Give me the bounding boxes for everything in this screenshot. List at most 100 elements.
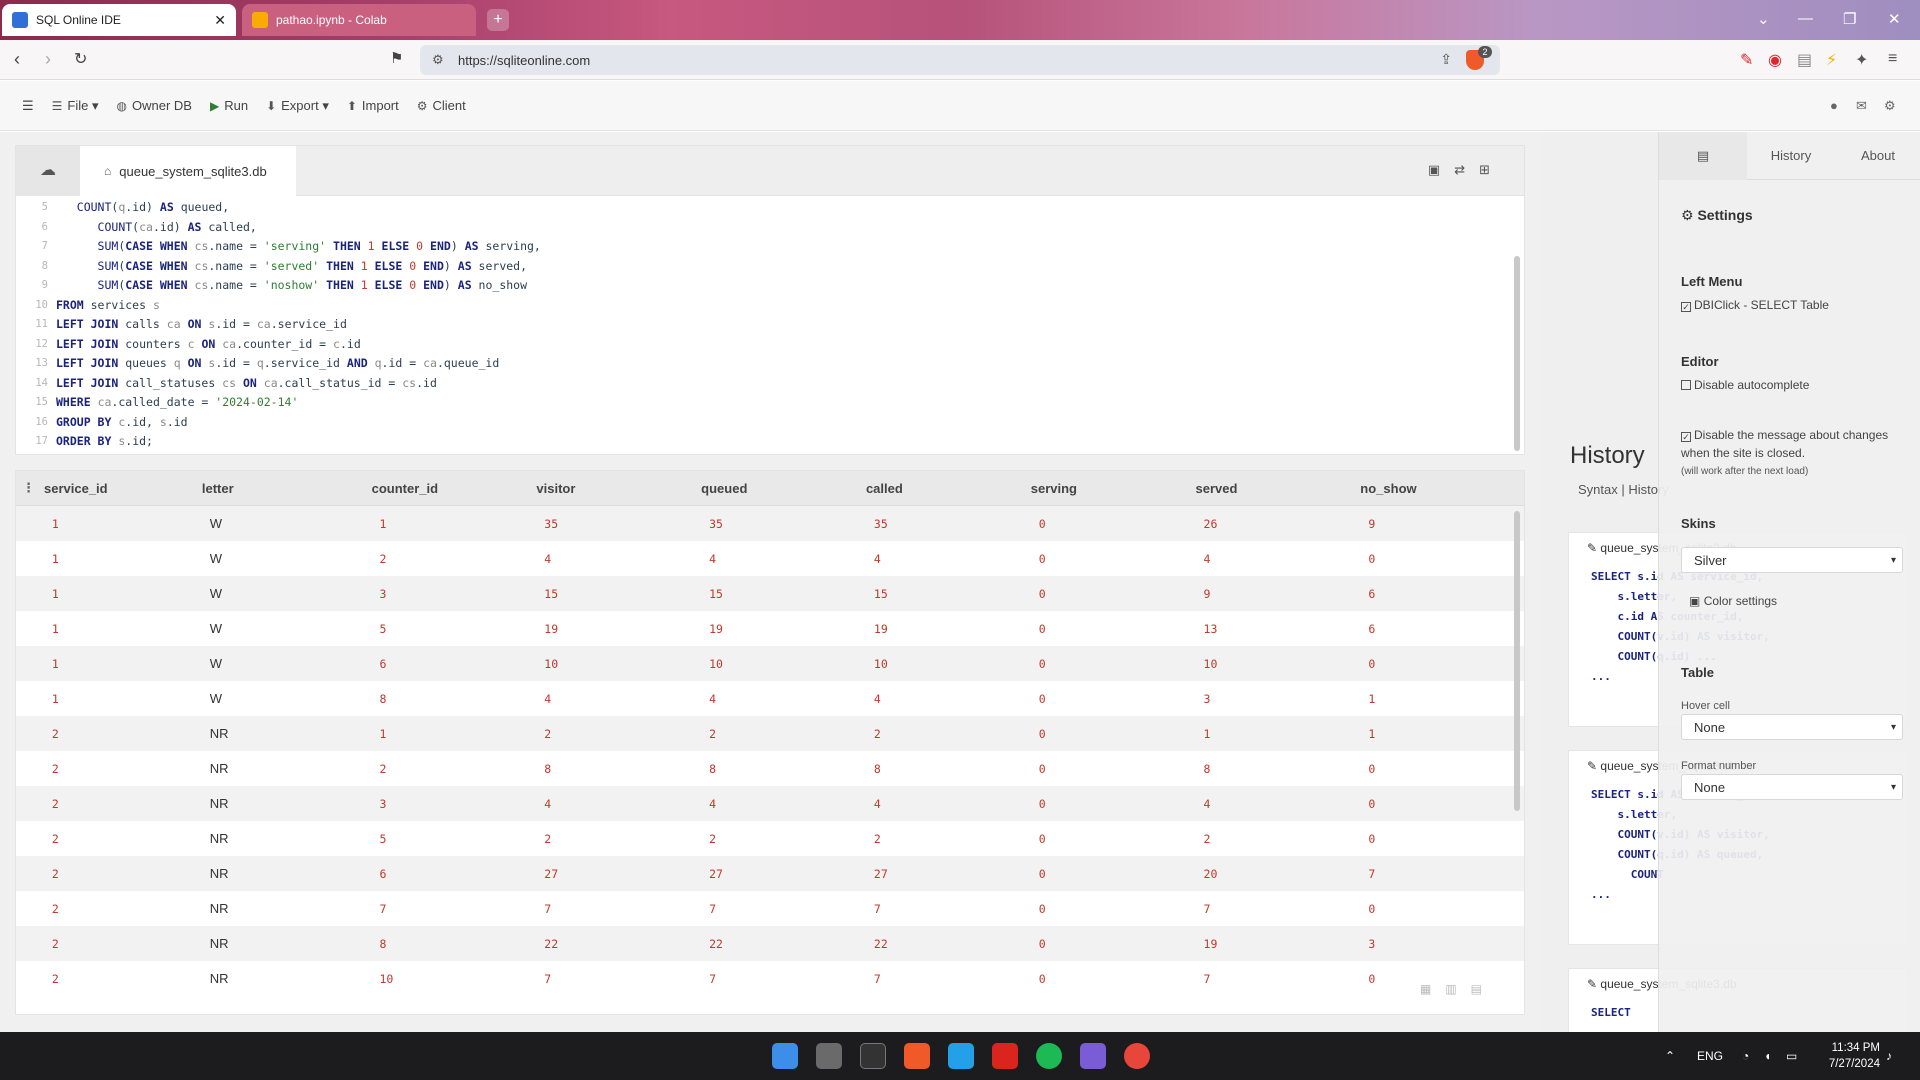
table-cell[interactable]: NR	[192, 961, 362, 996]
dblclick-option[interactable]: ✓ DBIClick - SELECT Table	[1681, 298, 1829, 312]
table-cell[interactable]: 2	[691, 821, 856, 856]
table-cell[interactable]: 1	[1350, 716, 1524, 751]
table-cell[interactable]: 2	[691, 716, 856, 751]
table-cell[interactable]: 7	[526, 961, 691, 996]
table-row[interactable]: 2 NR 5 2 2 2 0 2 0	[16, 821, 1524, 856]
tab-colab[interactable]: pathao.ipynb - Colab	[242, 4, 476, 36]
table-cell[interactable]: 8	[691, 751, 856, 786]
spotify-icon[interactable]	[1036, 1043, 1062, 1069]
table-cell[interactable]: 7	[856, 961, 1021, 996]
site-info-icon[interactable]: ⚙	[432, 52, 444, 68]
brave-icon[interactable]	[904, 1043, 930, 1069]
table-cell[interactable]: 1	[34, 506, 192, 541]
table-cell[interactable]: 1	[361, 506, 526, 541]
table-cell[interactable]: 26	[1186, 506, 1351, 541]
table-cell[interactable]: 0	[1021, 961, 1186, 996]
battery-icon[interactable]: ▭	[1786, 1032, 1797, 1080]
share-icon[interactable]: ⇪	[1440, 51, 1452, 68]
column-header[interactable]: visitor	[526, 471, 691, 505]
table-cell[interactable]: 2	[856, 716, 1021, 751]
column-header[interactable]: service_id	[34, 471, 192, 505]
table-cell[interactable]: 19	[691, 611, 856, 646]
table-cell[interactable]: 8	[361, 681, 526, 716]
table-cell[interactable]: 22	[691, 926, 856, 961]
vscode-icon[interactable]	[948, 1043, 974, 1069]
mail-icon[interactable]: ✉	[1856, 98, 1867, 114]
table-row[interactable]: 2 NR 8 22 22 22 0 19 3	[16, 926, 1524, 961]
table-cell[interactable]: 2	[34, 716, 192, 751]
table-cell[interactable]: 0	[1021, 751, 1186, 786]
table-cell[interactable]: 10	[1186, 646, 1351, 681]
table-cell[interactable]: 7	[361, 891, 526, 926]
file-explorer-icon[interactable]	[816, 1043, 842, 1069]
edit-icon[interactable]: ✎	[1587, 759, 1597, 773]
table-cell[interactable]: 0	[1021, 681, 1186, 716]
hover-cell-select[interactable]: None ▾	[1681, 714, 1903, 740]
clock[interactable]: 11:34 PM 7/27/2024	[1829, 1040, 1880, 1072]
reload-icon[interactable]: ↻	[74, 49, 87, 69]
table-cell[interactable]: 0	[1021, 821, 1186, 856]
table-cell[interactable]: 0	[1021, 716, 1186, 751]
table-cell[interactable]: 0	[1021, 856, 1186, 891]
file-menu[interactable]: ☰ File ▾	[52, 98, 99, 114]
table-cell[interactable]: 2	[1186, 821, 1351, 856]
edit-icon[interactable]: ✎	[1587, 541, 1597, 555]
table-cell[interactable]: 2	[526, 716, 691, 751]
table-cell[interactable]: 35	[691, 506, 856, 541]
table-cell[interactable]: 1	[1350, 681, 1524, 716]
table-row[interactable]: 2 NR 7 7 7 7 0 7 0	[16, 891, 1524, 926]
tab-about[interactable]: About	[1835, 132, 1920, 180]
table-cell[interactable]: 1	[34, 576, 192, 611]
table-cell[interactable]: 0	[1350, 891, 1524, 926]
table-row[interactable]: 1 W 1 35 35 35 0 26 9	[16, 506, 1524, 541]
edit-icon[interactable]: ✎	[1587, 977, 1597, 991]
table-cell[interactable]: 9	[1186, 576, 1351, 611]
column-header[interactable]: serving	[1021, 471, 1186, 505]
record-extension-icon[interactable]: ◉	[1768, 50, 1782, 70]
table-row[interactable]: 1W2444040	[16, 541, 1524, 576]
reader-icon[interactable]: ▤	[1797, 50, 1812, 70]
table-cell[interactable]: 5	[361, 821, 526, 856]
table-cell[interactable]: 35	[526, 506, 691, 541]
bolt-extension-icon[interactable]: ⚡	[1826, 50, 1837, 70]
chrome-icon[interactable]	[1124, 1043, 1150, 1069]
table-row[interactable]: 1 W 6 10 10 10 0 10 0	[16, 646, 1524, 681]
owner-db-button[interactable]: ◍ Owner DB	[117, 98, 192, 113]
table-cell[interactable]: 2	[34, 856, 192, 891]
table-cell[interactable]: 2	[34, 821, 192, 856]
close-tab-icon[interactable]: ✕	[214, 12, 226, 29]
table-cell[interactable]: 6	[1350, 611, 1524, 646]
history-links[interactable]: Syntax | History	[1578, 482, 1669, 497]
table-cell[interactable]: 0	[1021, 646, 1186, 681]
table-cell[interactable]: 4	[1186, 541, 1351, 576]
table-row[interactable]: 2 NR 1 2 2 2 0 1 1	[16, 716, 1524, 751]
extensions-icon[interactable]: ✦	[1855, 50, 1868, 70]
terminal-icon[interactable]	[860, 1043, 886, 1069]
table-cell[interactable]: 0	[1350, 821, 1524, 856]
table-cell[interactable]: NR	[192, 891, 362, 926]
table-cell[interactable]: 15	[691, 576, 856, 611]
column-header[interactable]: no_show	[1350, 471, 1524, 505]
grid-view-icon[interactable]: ▦	[1420, 982, 1445, 996]
table-cell[interactable]: NR	[192, 786, 362, 821]
hamburger-icon[interactable]: ☰	[22, 98, 34, 114]
pen-extension-icon[interactable]: ✎	[1740, 50, 1753, 70]
export-view-icon[interactable]: ▤	[1471, 982, 1496, 996]
start-icon[interactable]	[772, 1043, 798, 1069]
table-cell[interactable]: 13	[1186, 611, 1351, 646]
table-cell[interactable]: NR	[192, 926, 362, 961]
table-cell[interactable]: 10	[691, 646, 856, 681]
color-settings-button[interactable]: ▣ Color settings	[1689, 594, 1777, 608]
new-tab-button[interactable]: +	[487, 9, 509, 31]
drag-handle-icon[interactable]: ⋮	[16, 471, 35, 505]
table-cell[interactable]: 35	[856, 506, 1021, 541]
minimize-icon[interactable]: —	[1798, 10, 1813, 27]
table-cell[interactable]: 27	[526, 856, 691, 891]
run-button[interactable]: ▶ Run	[210, 98, 248, 113]
settings-gear-icon[interactable]: ⚙	[1884, 98, 1896, 114]
tab-search-icon[interactable]: ⌄	[1757, 10, 1770, 28]
table-cell[interactable]: W	[192, 506, 362, 541]
user-icon[interactable]: ●	[1830, 98, 1838, 113]
export-menu[interactable]: ⬇ Export ▾	[266, 98, 329, 114]
table-cell[interactable]: 1	[34, 611, 192, 646]
